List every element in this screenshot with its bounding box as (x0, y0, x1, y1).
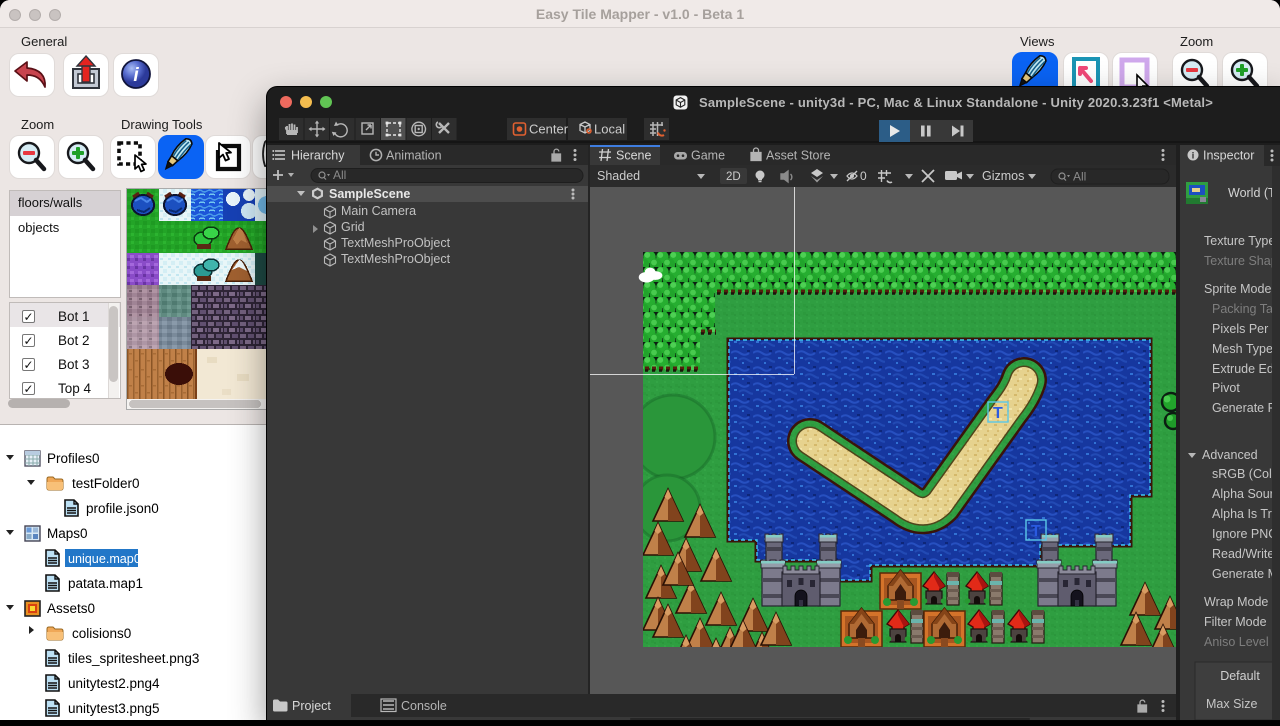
svg-text:Mesh Type: Mesh Type (1212, 342, 1273, 356)
svg-text:Wrap Mode: Wrap Mode (1204, 595, 1268, 609)
svg-text:All: All (1073, 170, 1086, 184)
svg-text:Profiles0: Profiles0 (47, 451, 100, 466)
svg-text:Hierarchy: Hierarchy (291, 149, 345, 163)
svg-text:Alpha Is Trar: Alpha Is Trar (1212, 507, 1280, 521)
svg-text:0: 0 (860, 169, 867, 183)
svg-text:Pivot: Pivot (1212, 381, 1240, 395)
svg-text:Center: Center (529, 122, 569, 137)
svg-text:Sprite Mode: Sprite Mode (1204, 282, 1271, 296)
svg-text:Asset Store: Asset Store (766, 149, 831, 163)
svg-text:Ignore PNG: Ignore PNG (1212, 527, 1278, 541)
svg-text:Aniso Level: Aniso Level (1204, 635, 1269, 649)
svg-text:Max Size: Max Size (1206, 697, 1257, 711)
svg-text:Read/Write: Read/Write (1212, 547, 1274, 561)
svg-text:sRGB (Color: sRGB (Color (1212, 467, 1280, 481)
svg-text:Main Camera: Main Camera (341, 204, 416, 218)
svg-text:Shaded: Shaded (597, 169, 640, 183)
svg-text:Project: Project (292, 699, 331, 713)
svg-text:TextMeshProObject: TextMeshProObject (341, 236, 451, 250)
svg-text:colisions0: colisions0 (72, 626, 131, 641)
svg-text:Animation: Animation (386, 149, 442, 163)
svg-text:unitytest3.png5: unitytest3.png5 (68, 701, 160, 716)
svg-text:Pixels Per U: Pixels Per U (1212, 322, 1280, 336)
svg-text:patata.map1: patata.map1 (68, 576, 143, 591)
svg-text:i: i (133, 65, 139, 86)
svg-text:T: T (993, 405, 1003, 422)
svg-text:Alpha Sourc: Alpha Sourc (1212, 487, 1280, 501)
svg-text:Texture Shape: Texture Shape (1204, 254, 1280, 268)
svg-text:i: i (1192, 151, 1195, 161)
svg-text:Texture Type: Texture Type (1204, 234, 1275, 248)
svg-text:Game: Game (691, 149, 725, 163)
svg-text:Generate M: Generate M (1212, 567, 1278, 581)
svg-text:Extrude Edg: Extrude Edg (1212, 362, 1280, 376)
svg-text:Generate Pl: Generate Pl (1212, 401, 1279, 415)
svg-text:TextMeshProObject: TextMeshProObject (341, 252, 451, 266)
svg-text:Maps0: Maps0 (47, 526, 88, 541)
svg-text:unique.map0: unique.map0 (68, 552, 141, 566)
svg-text:testFolder0: testFolder0 (72, 476, 140, 491)
svg-text:Scene: Scene (616, 149, 651, 163)
svg-text:Packing Ta: Packing Ta (1212, 302, 1273, 316)
svg-text:2D: 2D (726, 171, 741, 183)
svg-text:Inspector: Inspector (1203, 149, 1254, 163)
svg-text:Assets0: Assets0 (47, 601, 95, 616)
svg-text:Advanced: Advanced (1202, 448, 1258, 462)
svg-text:Grid: Grid (341, 220, 365, 234)
svg-text:Local: Local (594, 122, 625, 137)
svg-text:T: T (1031, 523, 1041, 540)
svg-text:Filter Mode: Filter Mode (1204, 615, 1267, 629)
svg-text:Console: Console (401, 699, 447, 713)
svg-text:tiles_spritesheet.png3: tiles_spritesheet.png3 (68, 651, 199, 666)
svg-text:All: All (333, 168, 346, 182)
svg-text:SampleScene: SampleScene (329, 187, 410, 201)
svg-text:unitytest2.png4: unitytest2.png4 (68, 676, 160, 691)
svg-text:Default: Default (1220, 669, 1260, 683)
svg-text:Gizmos: Gizmos (982, 169, 1024, 183)
svg-text:profile.json0: profile.json0 (86, 501, 159, 516)
